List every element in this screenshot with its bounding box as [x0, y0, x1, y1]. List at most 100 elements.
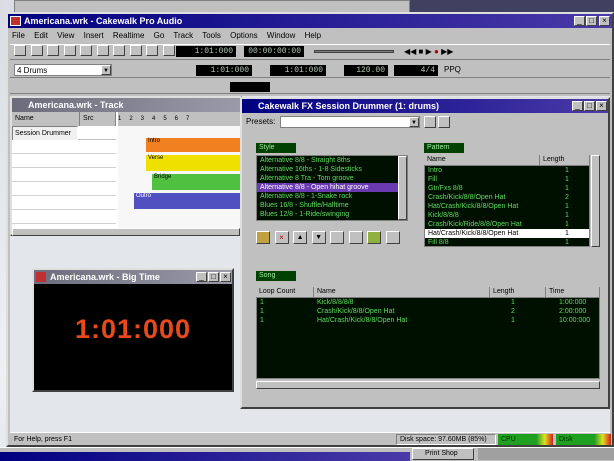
- open-icon[interactable]: [30, 45, 43, 57]
- chevron-down-icon[interactable]: ▼: [101, 65, 111, 75]
- song-row[interactable]: 1 Hat/Crash/Kick/8/8/Open Hat 1 10:00:00…: [257, 316, 599, 325]
- maximize-icon[interactable]: □: [586, 16, 597, 26]
- repeat-icon[interactable]: [348, 231, 363, 244]
- menu-window[interactable]: Window: [267, 31, 295, 40]
- sd-minimize-icon[interactable]: _: [572, 101, 583, 111]
- big-time-maximize-icon[interactable]: □: [208, 272, 219, 282]
- sd-close-icon[interactable]: ×: [596, 101, 607, 111]
- pattern-item[interactable]: Crash/Kick/Ride/8/8/Open Hat 1: [425, 220, 589, 229]
- col-src[interactable]: Src: [80, 112, 116, 126]
- fast-forward-icon[interactable]: ▶▶: [441, 47, 453, 56]
- time-counter-1[interactable]: 1:01:000: [176, 46, 236, 57]
- big-time-close-icon[interactable]: ×: [220, 272, 231, 282]
- move-up-icon[interactable]: ▲: [293, 231, 308, 244]
- clip-verse[interactable]: Verse: [146, 155, 240, 171]
- pattern-item[interactable]: Fill 8/8 1: [425, 238, 589, 247]
- pattern-col-length[interactable]: Length: [540, 155, 590, 165]
- pointer-icon[interactable]: [162, 45, 175, 57]
- pattern-item[interactable]: Intro 1: [425, 166, 589, 175]
- style-item[interactable]: Alternative 16ths - 1-8 Sidesticks: [257, 165, 407, 174]
- song-col-length[interactable]: Length: [490, 287, 546, 297]
- sd-title-bar[interactable]: Cakewalk FX Session Drummer (1: drums): [242, 99, 608, 113]
- presets-dropdown[interactable]: ▼: [280, 116, 420, 128]
- status-disk: Disk space: 97.60MB (85%): [396, 434, 496, 445]
- style-item[interactable]: Alternative 8/8 - 1-Snake rock: [257, 192, 407, 201]
- menu-help[interactable]: Help: [305, 31, 321, 40]
- time-counter-4[interactable]: 1:01:000: [270, 65, 326, 76]
- pattern-item[interactable]: Fill 1: [425, 175, 589, 184]
- song-col-time[interactable]: Time: [546, 287, 600, 297]
- style-item[interactable]: Alternative 8/8 - Open hihat groove: [257, 183, 407, 192]
- export-icon[interactable]: [385, 231, 400, 244]
- pattern-item[interactable]: Hat/Crash/Kick/8/8/Open Hat 1: [425, 229, 589, 238]
- pattern-col-name[interactable]: Name: [424, 155, 540, 165]
- menu-track[interactable]: Track: [173, 31, 193, 40]
- move-down-icon[interactable]: ▼: [311, 231, 326, 244]
- undo-icon[interactable]: [113, 45, 126, 57]
- big-time-icon[interactable]: [36, 272, 46, 282]
- menu-edit[interactable]: Edit: [34, 31, 48, 40]
- app-icon[interactable]: [10, 16, 21, 26]
- pattern-item[interactable]: Kick/8/8/8 1: [425, 211, 589, 220]
- col-name[interactable]: Name: [12, 112, 80, 126]
- clip-bridge[interactable]: Bridge: [152, 174, 240, 190]
- record-icon[interactable]: ●: [434, 47, 439, 56]
- clip-outro[interactable]: Outro: [134, 193, 240, 209]
- position-slider[interactable]: [314, 50, 394, 53]
- time-counter-3[interactable]: 1:01:000: [196, 65, 252, 76]
- sd-maximize-icon[interactable]: □: [584, 101, 595, 111]
- style-item[interactable]: Blues 16/8 - Shuffle/Halftime: [257, 201, 407, 210]
- pattern-item[interactable]: Gtr/Fxs 8/8 1: [425, 184, 589, 193]
- pattern-scrollbar[interactable]: [591, 155, 600, 247]
- copy-icon[interactable]: [80, 45, 93, 57]
- song-row[interactable]: 1 Kick/8/8/8/8 1 1:00:000: [257, 298, 599, 307]
- stop-icon[interactable]: ■: [419, 47, 424, 56]
- song-col-loop[interactable]: Loop Count: [256, 287, 314, 297]
- track-dropdown[interactable]: 4 Drums ▼: [14, 64, 112, 76]
- new-icon[interactable]: [14, 45, 26, 57]
- menu-insert[interactable]: Insert: [84, 31, 104, 40]
- big-time-minimize-icon[interactable]: _: [196, 272, 207, 282]
- style-item[interactable]: Alternative 8 Tra - Tom groove: [257, 174, 407, 183]
- track-row[interactable]: Session Drummer: [12, 126, 116, 142]
- save-icon[interactable]: [47, 45, 60, 57]
- big-time-display[interactable]: 1:01:000: [34, 314, 232, 345]
- menu-view[interactable]: View: [57, 31, 74, 40]
- taskbar-item-print-shop[interactable]: Print Shop: [412, 448, 474, 460]
- delete-icon[interactable]: ×: [274, 231, 289, 244]
- clear-icon[interactable]: [330, 231, 345, 244]
- pattern-item[interactable]: Hat/Crash/Kick/8/8/Open Hat 1: [425, 202, 589, 211]
- pattern-item[interactable]: Crash/Kick/8/8/Open Hat 2: [425, 193, 589, 202]
- menu-tools[interactable]: Tools: [202, 31, 221, 40]
- track-scrollbar[interactable]: [12, 228, 240, 236]
- rewind-icon[interactable]: ◀◀: [404, 47, 416, 56]
- style-scrollbar[interactable]: [398, 156, 407, 220]
- help-icon[interactable]: [146, 45, 159, 57]
- clip-intro[interactable]: Intro: [146, 138, 240, 152]
- track-title-bar[interactable]: Americana.wrk - Track: [12, 98, 240, 112]
- play-icon[interactable]: ▶: [426, 47, 432, 56]
- menu-realtime[interactable]: Realtime: [113, 31, 145, 40]
- cut-icon[interactable]: [63, 45, 76, 57]
- presets-chevron-icon[interactable]: ▼: [409, 117, 419, 127]
- render-icon[interactable]: [367, 231, 382, 244]
- main-title-bar[interactable]: Americana.wrk - Cakewalk Pro Audio: [8, 14, 612, 28]
- paste-icon[interactable]: [96, 45, 109, 57]
- menu-options[interactable]: Options: [230, 31, 258, 40]
- close-icon[interactable]: ×: [599, 16, 610, 26]
- menu-file[interactable]: File: [12, 31, 25, 40]
- sd-bottom-scrollbar[interactable]: [256, 381, 600, 389]
- song-col-name[interactable]: Name: [314, 287, 490, 297]
- menu-go[interactable]: Go: [154, 31, 165, 40]
- insert-icon[interactable]: [256, 231, 270, 244]
- style-item[interactable]: Blues 12/8 - 1-Ride/swinging: [257, 210, 407, 219]
- meter-display[interactable]: 4/4: [394, 65, 438, 76]
- style-item[interactable]: Alternative 8/8 - Straight 8ths: [257, 156, 407, 165]
- preset-delete-icon[interactable]: [438, 116, 450, 128]
- time-counter-2[interactable]: 00:00:00:00: [244, 46, 304, 57]
- tempo-display[interactable]: 120.00: [344, 65, 388, 76]
- redo-icon[interactable]: [129, 45, 142, 57]
- preset-save-icon[interactable]: [424, 116, 436, 128]
- minimize-icon[interactable]: _: [574, 16, 585, 26]
- song-row[interactable]: 1 Crash/Kick/8/8/Open Hat 2 2:00:000: [257, 307, 599, 316]
